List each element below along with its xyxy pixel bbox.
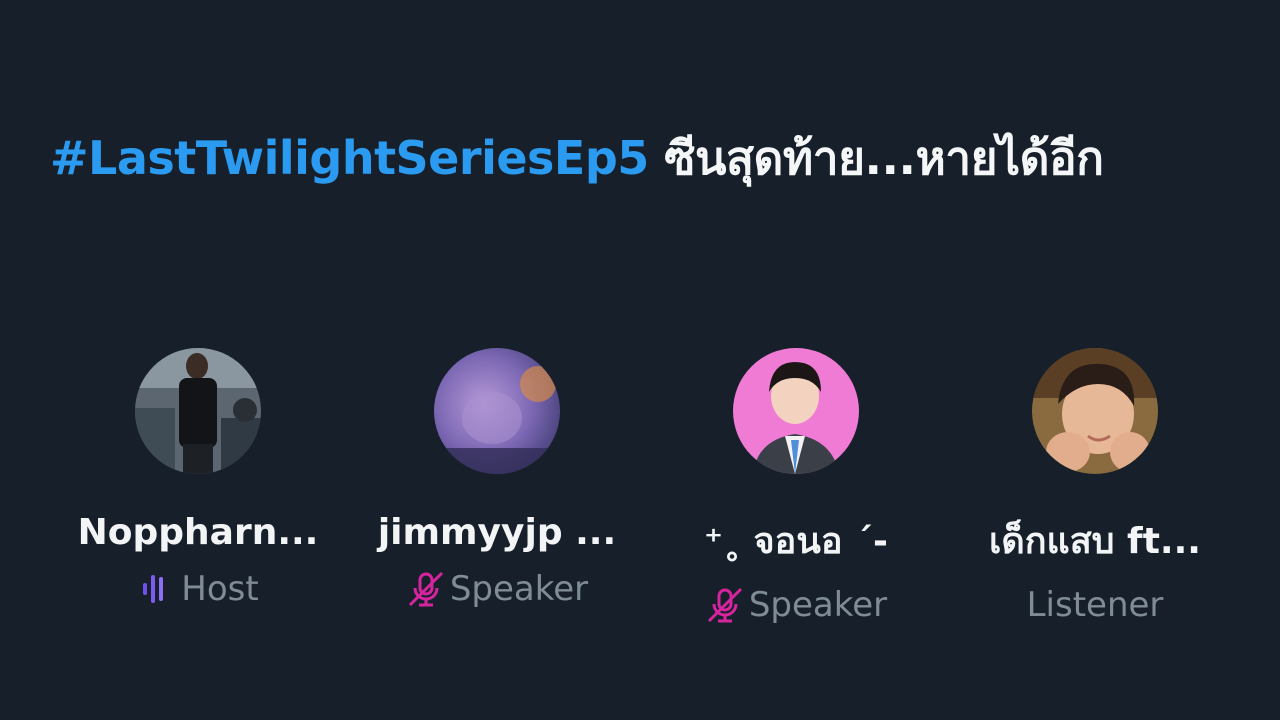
participant-role: Speaker: [347, 569, 647, 609]
title-text: ซีนสุดท้าย...หายได้อีก: [648, 131, 1104, 185]
role-label: Speaker: [748, 585, 888, 625]
avatar[interactable]: [1032, 348, 1158, 474]
mic-muted-icon: [707, 587, 742, 623]
participant-name: jimmyyjp ...: [377, 512, 617, 553]
participant-role: Speaker: [646, 585, 946, 625]
avatar[interactable]: [135, 348, 261, 474]
participant-speaker[interactable]: ⁺˳ จอนอ ´- Speaker: [646, 348, 946, 625]
avatar[interactable]: [733, 348, 859, 474]
space-title: #LastTwilightSeriesEp5 ซีนสุดท้าย...หายไ…: [50, 118, 1230, 198]
participant-speaker[interactable]: jimmyyjp ... Speaker: [347, 348, 647, 609]
role-label: Listener: [1026, 585, 1164, 625]
speaking-bars-icon: [143, 575, 164, 603]
participant-name: Noppharn...: [77, 512, 319, 553]
participant-host[interactable]: Noppharn... Host: [48, 348, 348, 609]
participants-list: Noppharn... Host jimmyyjp ... Speaker ⁺˳…: [0, 348, 1280, 628]
hashtag-link[interactable]: #LastTwilightSeriesEp5: [50, 131, 649, 185]
avatar[interactable]: [434, 348, 560, 474]
role-label: Speaker: [449, 569, 589, 609]
participant-role: Host: [48, 569, 348, 609]
participant-listener[interactable]: เด็กแสบ ft... Listener: [945, 348, 1245, 625]
space-card[interactable]: #LastTwilightSeriesEp5 ซีนสุดท้าย...หายไ…: [0, 0, 1280, 720]
participant-role: Listener: [945, 585, 1245, 625]
participant-name: ⁺˳ จอนอ ´-: [704, 521, 888, 562]
participant-name: เด็กแสบ ft...: [989, 521, 1201, 562]
mic-muted-icon: [408, 571, 443, 607]
role-label: Host: [181, 569, 259, 609]
